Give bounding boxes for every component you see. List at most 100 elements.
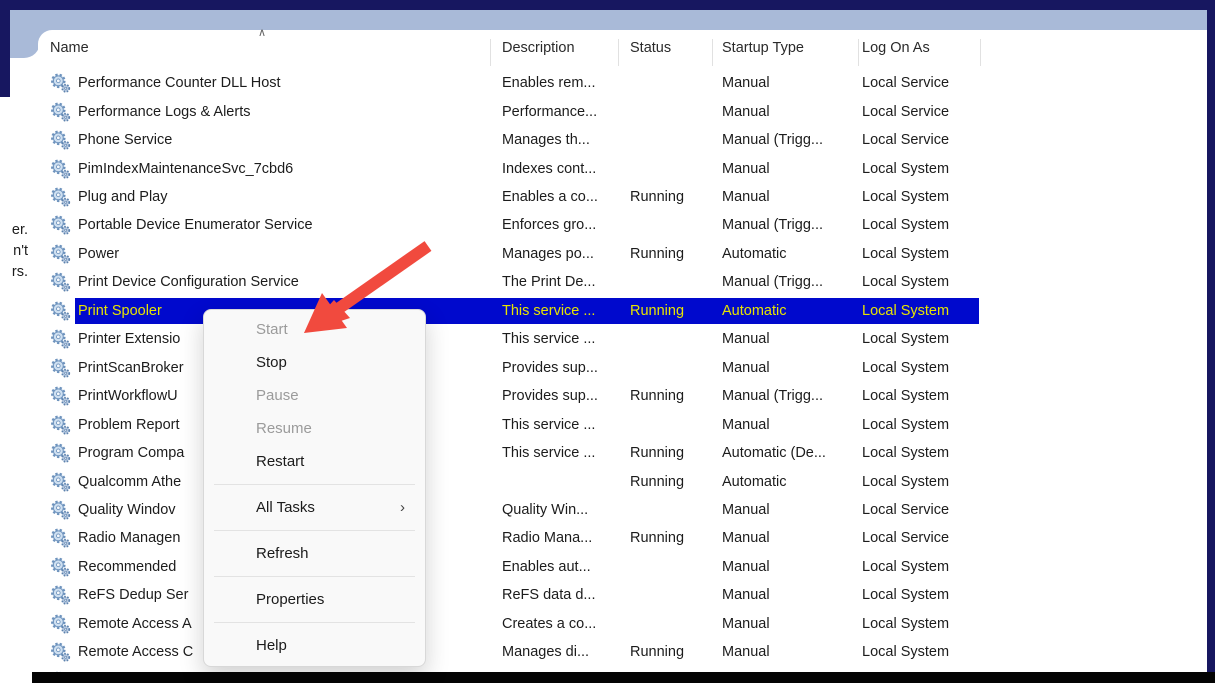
service-log-on-as: Local System	[862, 473, 950, 490]
service-description: Quality Win...	[502, 501, 589, 518]
service-name: Qualcomm Athe	[78, 473, 182, 490]
service-description: Enables aut...	[502, 558, 591, 575]
service-description: Enables rem...	[502, 75, 596, 92]
service-description: This service ...	[502, 331, 596, 348]
service-startup-type: Manual	[722, 75, 770, 92]
menu-item-stop[interactable]: Stop	[204, 346, 425, 379]
service-name: Plug and Play	[78, 189, 168, 206]
service-gear-icon	[50, 414, 71, 435]
menu-item-help[interactable]: Help	[204, 629, 425, 662]
service-startup-type: Manual	[722, 530, 770, 547]
service-name: Print Spooler	[78, 302, 162, 319]
menu-item-all-tasks[interactable]: All Tasks ›	[204, 491, 425, 524]
service-log-on-as: Local Service	[862, 132, 950, 149]
service-gear-icon	[50, 613, 71, 634]
service-description: Enforces gro...	[502, 217, 597, 234]
service-name: PrintWorkflowU	[78, 388, 178, 405]
service-name: Remote Access C	[78, 644, 194, 661]
service-description: The Print De...	[502, 274, 596, 291]
service-name: Remote Access A	[78, 615, 192, 632]
service-name: Phone Service	[78, 132, 173, 149]
service-status: Running	[630, 644, 685, 661]
service-gear-icon	[50, 130, 71, 151]
service-log-on-as: Local System	[862, 160, 950, 177]
menu-item-refresh[interactable]: Refresh	[204, 537, 425, 570]
service-name: Recommended	[78, 558, 177, 575]
service-gear-icon	[50, 642, 71, 663]
service-log-on-as: Local System	[862, 644, 950, 661]
service-row[interactable]: Performance Logs & Alerts Performance... M…	[38, 97, 1207, 125]
service-gear-icon	[50, 215, 71, 236]
service-log-on-as: Local System	[862, 274, 950, 291]
service-context-menu: Start Stop Pause Resume Restart All Tasks › Ref…	[203, 309, 426, 667]
service-startup-type: Manual (Trigg...	[722, 132, 823, 149]
menu-item-pause: Pause	[256, 387, 299, 404]
service-status: Running	[630, 245, 685, 262]
menu-item-restart[interactable]: Restart	[204, 445, 425, 478]
service-description: This service ...	[502, 445, 596, 462]
service-startup-type: Manual	[722, 331, 770, 348]
service-startup-type: Manual	[722, 416, 770, 433]
service-gear-icon	[50, 528, 71, 549]
service-startup-type: Manual	[722, 587, 770, 604]
service-log-on-as: Local System	[862, 217, 950, 234]
service-log-on-as: Local System	[862, 189, 950, 206]
service-name: Problem Report	[78, 416, 180, 433]
service-name: Portable Device Enumerator Service	[78, 217, 313, 234]
service-startup-type: Manual	[722, 103, 770, 120]
service-startup-type: Automatic	[722, 245, 787, 262]
menu-item-resume: Resume	[256, 420, 312, 437]
service-gear-icon	[50, 443, 71, 464]
menu-item-properties[interactable]: Properties	[204, 583, 425, 616]
service-gear-icon	[50, 585, 71, 606]
service-row[interactable]: Portable Device Enumerator Service Enforc…	[38, 211, 1207, 239]
service-description: Manages di...	[502, 644, 590, 661]
service-description: This service ...	[502, 302, 596, 319]
service-name: PimIndexMaintenanceSvc_7cbd6	[78, 160, 294, 177]
service-gear-icon	[50, 386, 71, 407]
service-gear-icon	[50, 272, 71, 293]
service-row[interactable]: Plug and Play Enables a co... Running Manua…	[38, 183, 1207, 211]
service-row[interactable]: PimIndexMaintenanceSvc_7cbd6 Indexes cont…	[38, 154, 1207, 182]
service-log-on-as: Local System	[862, 388, 950, 405]
service-row[interactable]: Print Device Configuration Service The Pr…	[38, 268, 1207, 296]
service-log-on-as: Local System	[862, 359, 950, 376]
service-description: Radio Mana...	[502, 530, 593, 547]
service-gear-icon	[50, 471, 71, 492]
menu-separator	[214, 622, 415, 623]
service-startup-type: Automatic	[722, 302, 787, 319]
service-description: ReFS data d...	[502, 587, 596, 604]
menu-separator	[214, 530, 415, 531]
service-log-on-as: Local System	[862, 416, 950, 433]
service-startup-type: Automatic	[722, 473, 787, 490]
service-startup-type: Manual	[722, 615, 770, 632]
services-table-body: Performance Counter DLL Host Enables rem.…	[0, 0, 1215, 683]
service-name: Power	[78, 245, 120, 262]
service-log-on-as: Local System	[862, 331, 950, 348]
service-row[interactable]: Power Manages po... Running Automatic Local …	[38, 240, 1207, 268]
service-description: Provides sup...	[502, 359, 598, 376]
service-gear-icon	[50, 329, 71, 350]
service-description: Creates a co...	[502, 615, 597, 632]
service-startup-type: Manual	[722, 558, 770, 575]
service-status: Running	[630, 473, 685, 490]
menu-separator	[214, 576, 415, 577]
service-gear-icon	[50, 499, 71, 520]
service-row[interactable]: Performance Counter DLL Host Enables rem.…	[38, 69, 1207, 97]
service-gear-icon	[50, 300, 71, 321]
service-status: Running	[630, 530, 685, 547]
service-log-on-as: Local System	[862, 302, 950, 319]
menu-separator	[214, 484, 415, 485]
service-name: Radio Managen	[78, 530, 181, 547]
service-log-on-as: Local Service	[862, 501, 950, 518]
service-row[interactable]: Phone Service Manages th... Manual (Trigg.…	[38, 126, 1207, 154]
service-startup-type: Manual	[722, 644, 770, 661]
menu-item-start: Start	[256, 321, 288, 338]
service-startup-type: Manual	[722, 189, 770, 206]
service-name: Printer Extensio	[78, 331, 181, 348]
service-startup-type: Manual (Trigg...	[722, 388, 823, 405]
service-status: Running	[630, 302, 685, 319]
submenu-chevron-icon: ›	[400, 499, 405, 516]
service-description: Indexes cont...	[502, 160, 597, 177]
service-startup-type: Manual	[722, 501, 770, 518]
